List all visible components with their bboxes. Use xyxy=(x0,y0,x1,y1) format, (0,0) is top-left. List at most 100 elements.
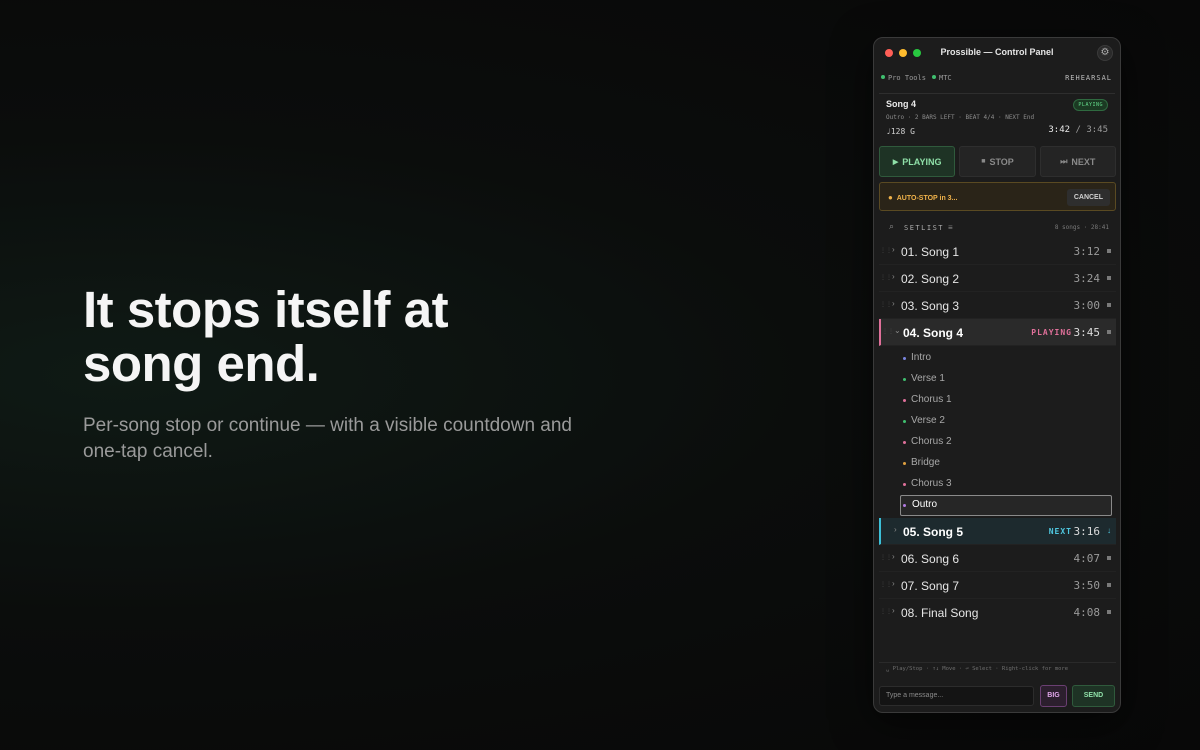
song-row-5[interactable]: › 05. Song 5 NEXT 3:16 ↓ xyxy=(879,518,1116,545)
section-item[interactable]: Intro xyxy=(900,348,1112,369)
stop-mode-icon[interactable] xyxy=(1107,249,1111,253)
song-row-4[interactable]: ⋮⋮ ⌄ 04. Song 4 PLAYING 3:45 xyxy=(879,319,1116,346)
gear-icon[interactable]: ⚙ xyxy=(1097,45,1113,61)
stop-button[interactable]: ■ STOP xyxy=(959,146,1036,177)
chevron-right-icon[interactable]: › xyxy=(892,299,895,308)
stop-mode-icon[interactable] xyxy=(1107,556,1111,560)
window-title: Prossible — Control Panel xyxy=(940,47,1054,57)
song-meta: Outro · 2 BARS LEFT · BEAT 4/4 · NEXT En… xyxy=(886,114,1035,121)
drag-handle-icon[interactable]: ⋮⋮ xyxy=(880,301,892,308)
next-tag: NEXT xyxy=(1048,527,1072,536)
headline-line-2: song end. xyxy=(83,335,320,392)
section-item[interactable]: Verse 1 xyxy=(900,369,1112,390)
status-badge: PLAYING xyxy=(1073,99,1108,111)
song-row-2[interactable]: ⋮⋮ › 02. Song 2 3:24 xyxy=(879,265,1116,292)
section-label: Verse 2 xyxy=(911,415,945,426)
cancel-button[interactable]: CANCEL xyxy=(1066,189,1110,206)
pro-tools-status: Pro Tools xyxy=(881,74,926,82)
next-label: NEXT xyxy=(1071,156,1096,167)
song-row-8[interactable]: ⋮⋮ › 08. Final Song 4:08 xyxy=(879,599,1116,626)
section-item[interactable]: Chorus 1 xyxy=(900,390,1112,411)
headline-line-1: It stops itself at xyxy=(83,281,449,338)
subtitle-line-1: Per-song stop or continue — with a visib… xyxy=(83,415,572,436)
song-row-7[interactable]: ⋮⋮ › 07. Song 7 3:50 xyxy=(879,572,1116,599)
send-button[interactable]: SEND xyxy=(1072,685,1115,707)
filter-icon[interactable]: ≡ xyxy=(948,223,953,232)
connected-dot-icon xyxy=(932,75,936,79)
message-composer: Type a message... BIG SEND xyxy=(879,683,1116,708)
stop-mode-icon[interactable] xyxy=(1107,330,1111,334)
drag-handle-icon[interactable]: ⋮⋮ xyxy=(880,554,892,561)
song-name: 03. Song 3 xyxy=(901,299,960,313)
section-dot-icon xyxy=(903,441,906,444)
connected-dot-icon xyxy=(881,75,885,79)
next-icon: ⏭ xyxy=(1060,156,1068,166)
drag-handle-icon[interactable]: ⋮⋮ xyxy=(880,608,892,615)
stop-mode-icon[interactable] xyxy=(1107,276,1111,280)
play-label: PLAYING xyxy=(902,156,942,167)
hero: It stops itself at song end. Per-song st… xyxy=(83,283,603,465)
song-duration: 3:16 xyxy=(1073,525,1101,538)
section-item[interactable]: Bridge xyxy=(900,453,1112,474)
song-duration: 4:07 xyxy=(1073,552,1101,565)
drag-handle-icon[interactable]: ⋮⋮ xyxy=(880,274,892,281)
section-label: Verse 1 xyxy=(911,373,945,384)
big-button[interactable]: BIG xyxy=(1040,685,1067,707)
continue-arrow-icon[interactable]: ↓ xyxy=(1107,526,1111,535)
message-input[interactable]: Type a message... xyxy=(879,686,1034,706)
subtitle-line-2: one-tap cancel. xyxy=(83,441,213,462)
status-bar: Pro Tools MTC REHEARSAL xyxy=(874,68,1120,90)
chevron-right-icon[interactable]: › xyxy=(892,245,895,254)
mode-label[interactable]: REHEARSAL xyxy=(1065,74,1112,82)
section-label: Outro xyxy=(912,499,938,510)
song-name: 01. Song 1 xyxy=(901,245,960,259)
setlist-count: 8 songs · 28:41 xyxy=(1054,224,1109,231)
chevron-down-icon[interactable]: ⌄ xyxy=(894,326,901,335)
stop-mode-icon[interactable] xyxy=(1107,610,1111,614)
section-item[interactable]: Verse 2 xyxy=(900,411,1112,432)
drag-handle-icon[interactable]: ⋮⋮ xyxy=(880,581,892,588)
stop-mode-icon[interactable] xyxy=(1107,583,1111,587)
section-label: Chorus 1 xyxy=(911,394,952,405)
drag-handle-icon[interactable]: ⋮⋮ xyxy=(880,247,892,254)
stop-label: STOP xyxy=(989,156,1014,167)
song-row-1[interactable]: ⋮⋮ › 01. Song 1 3:12 xyxy=(879,238,1116,265)
song-name: 06. Song 6 xyxy=(901,552,960,566)
song-timer: 3:42 / 3:45 xyxy=(1048,125,1108,135)
search-icon[interactable]: ⌕ xyxy=(889,221,894,232)
pro-tools-label: Pro Tools xyxy=(888,74,926,82)
section-label: Bridge xyxy=(911,457,940,468)
section-label: Chorus 3 xyxy=(911,478,952,489)
chevron-right-icon[interactable]: › xyxy=(892,552,895,561)
section-item[interactable]: Chorus 3 xyxy=(900,474,1112,495)
headline: It stops itself at song end. xyxy=(83,283,603,391)
subtitle: Per-song stop or continue — with a visib… xyxy=(83,413,603,465)
setlist-title: SETLIST xyxy=(904,224,945,232)
auto-stop-text: AUTO-STOP in 3... xyxy=(896,195,958,202)
drag-handle-icon[interactable]: ⋮⋮ xyxy=(882,328,894,335)
stop-icon: ■ xyxy=(981,158,986,165)
song-name: 08. Final Song xyxy=(901,606,979,620)
chevron-right-icon[interactable]: › xyxy=(892,579,895,588)
elapsed-time: 3:42 xyxy=(1048,125,1071,135)
current-song-name: Song 4 xyxy=(886,99,917,109)
section-item-current[interactable]: Outro xyxy=(900,495,1112,516)
chevron-right-icon[interactable]: › xyxy=(894,525,897,534)
play-button[interactable]: ▶ PLAYING xyxy=(879,146,956,177)
song-row-6[interactable]: ⋮⋮ › 06. Song 6 4:07 xyxy=(879,545,1116,572)
song-sections: Intro Verse 1 Chorus 1 Verse 2 Chorus 2 … xyxy=(879,346,1116,518)
section-dot-icon xyxy=(903,483,906,486)
chevron-right-icon[interactable]: › xyxy=(892,606,895,615)
stop-mode-icon[interactable] xyxy=(1107,303,1111,307)
song-name: 02. Song 2 xyxy=(901,272,960,286)
song-duration: 3:45 xyxy=(1073,326,1101,339)
mtc-status: MTC xyxy=(932,74,952,82)
auto-stop-label: ● AUTO-STOP in 3... xyxy=(888,193,958,202)
chevron-right-icon[interactable]: › xyxy=(892,272,895,281)
next-button[interactable]: ⏭ NEXT xyxy=(1039,146,1116,177)
song-row-3[interactable]: ⋮⋮ › 03. Song 3 3:00 xyxy=(879,292,1116,319)
title-bar: Prossible — Control Panel ⚙ xyxy=(874,38,1120,68)
section-dot-icon xyxy=(903,462,906,465)
section-item[interactable]: Chorus 2 xyxy=(900,432,1112,453)
mtc-label: MTC xyxy=(939,74,952,82)
